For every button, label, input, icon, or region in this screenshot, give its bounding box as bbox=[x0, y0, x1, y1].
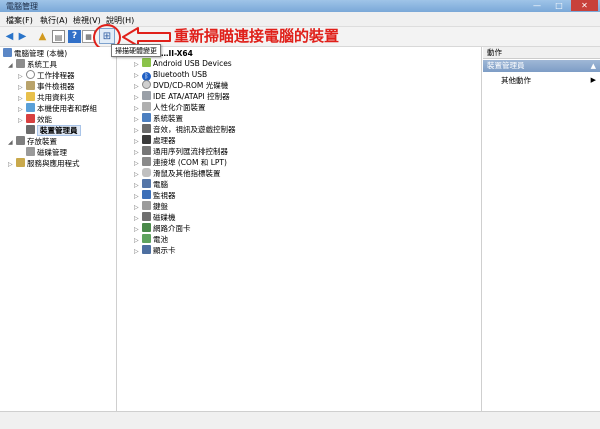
folder-up-icon[interactable]: ▲ bbox=[36, 30, 49, 43]
actions-group-device-manager[interactable]: 裝置管理員 ▲ bbox=[483, 60, 600, 72]
device-category-ide[interactable]: ▷ IDE ATA/ATAPI 控制器 bbox=[134, 91, 230, 102]
device-category-processor[interactable]: ▷ 處理器 bbox=[134, 135, 176, 146]
tree-item-services-apps[interactable]: ▷ 服務與應用程式 bbox=[8, 158, 80, 169]
device-category-network[interactable]: ▷ 網路介面卡 bbox=[134, 223, 191, 234]
device-category-ports[interactable]: ▷ 連接埠 (COM 和 LPT) bbox=[134, 157, 227, 168]
close-button[interactable]: ✕ bbox=[571, 0, 598, 11]
keyboard-icon bbox=[142, 201, 151, 210]
device-category-usb[interactable]: ▷ 通用序列匯流排控制器 bbox=[134, 146, 228, 157]
processor-icon bbox=[142, 135, 151, 144]
menu-view[interactable]: 檢視(V) bbox=[73, 15, 101, 26]
device-category-android[interactable]: ▷ Android USB Devices bbox=[134, 58, 232, 69]
system-device-icon bbox=[142, 113, 151, 122]
window-title: 電腦管理 bbox=[6, 2, 38, 11]
users-icon bbox=[26, 103, 35, 112]
collapse-up-icon[interactable]: ▲ bbox=[591, 60, 596, 72]
usb-icon bbox=[142, 146, 151, 155]
actions-pane: 動作 裝置管理員 ▲ 其他動作 ▶ bbox=[483, 47, 600, 411]
tree-item-disk-management[interactable]: 磁碟管理 bbox=[26, 147, 67, 158]
device-manager-icon bbox=[26, 125, 35, 134]
computer-device-icon bbox=[142, 179, 151, 188]
expander-icon[interactable]: ▷ bbox=[8, 159, 16, 170]
device-category-hid[interactable]: ▷ 人性化介面裝置 bbox=[134, 102, 206, 113]
clock-icon bbox=[26, 70, 35, 79]
action-more-actions[interactable]: 其他動作 ▶ bbox=[501, 75, 596, 86]
device-category-computer[interactable]: ▷ 電腦 bbox=[134, 179, 168, 190]
mouse-icon bbox=[142, 168, 151, 177]
tree-item-event-viewer[interactable]: ▷ 事件檢視器 bbox=[18, 81, 75, 92]
device-category-battery[interactable]: ▷ 電池 bbox=[134, 234, 168, 245]
network-adapter-icon bbox=[142, 223, 151, 232]
disk-drive-icon bbox=[142, 212, 151, 221]
device-category-bluetooth[interactable]: ▷ ᛒ Bluetooth USB bbox=[134, 69, 207, 81]
navigation-tree: 電腦管理 (本機) ◢ 系統工具 ▷ 工作排程器 ▷ 事件檢視器 ▷ 共用資料夾 ▷ 本機… bbox=[0, 47, 117, 411]
maximize-button[interactable]: □ bbox=[548, 0, 570, 11]
display-adapter-icon bbox=[142, 245, 151, 254]
properties-icon[interactable]: ▤ bbox=[52, 30, 65, 43]
ide-controller-icon bbox=[142, 91, 151, 100]
device-category-audio[interactable]: ▷ 音效，視訊及遊戲控制器 bbox=[134, 124, 236, 135]
tree-item-computer-management[interactable]: 電腦管理 (本機) bbox=[3, 48, 67, 59]
battery-icon bbox=[142, 234, 151, 243]
disk-management-icon bbox=[26, 147, 35, 156]
help-icon[interactable]: ? bbox=[68, 30, 81, 43]
tree-item-local-users[interactable]: ▷ 本機使用者和群組 bbox=[18, 103, 97, 114]
storage-icon bbox=[16, 136, 25, 145]
device-tree: …II-X64 ▷ Android USB Devices ▷ ᛒ Bluetooth… bbox=[118, 47, 482, 411]
status-bar bbox=[0, 411, 600, 429]
back-arrow-icon[interactable]: ◀ bbox=[3, 30, 16, 43]
forward-arrow-icon[interactable]: ▶ bbox=[16, 30, 29, 43]
device-category-dvd[interactable]: ▷ DVD/CD-ROM 光碟機 bbox=[134, 80, 228, 91]
expander-icon[interactable]: ▷ bbox=[18, 115, 26, 126]
title-bar: 電腦管理 — □ ✕ bbox=[0, 0, 600, 12]
dvd-icon bbox=[142, 80, 151, 89]
actions-header: 動作 bbox=[483, 47, 600, 59]
tree-item-performance[interactable]: ▷ 效能 bbox=[18, 114, 52, 125]
device-category-keyboard[interactable]: ▷ 鍵盤 bbox=[134, 201, 168, 212]
tree-item-storage[interactable]: ◢ 存放裝置 bbox=[8, 136, 57, 147]
services-icon bbox=[16, 158, 25, 167]
device-category-disk-drive[interactable]: ▷ 磁碟機 bbox=[134, 212, 176, 223]
minimize-button[interactable]: — bbox=[526, 0, 548, 11]
menu-file[interactable]: 檔案(F) bbox=[6, 15, 33, 26]
submenu-arrow-icon: ▶ bbox=[590, 76, 596, 84]
computer-icon bbox=[3, 48, 12, 57]
tools-icon bbox=[16, 59, 25, 68]
android-icon bbox=[142, 58, 151, 67]
port-icon bbox=[142, 157, 151, 166]
annotation-text: 重新掃瞄連接電腦的裝置 bbox=[174, 27, 340, 45]
tree-item-system-tools[interactable]: ◢ 系統工具 bbox=[8, 59, 57, 70]
device-category-mouse[interactable]: ▷ 滑鼠及其他指標裝置 bbox=[134, 168, 221, 179]
tree-item-device-manager[interactable]: 裝置管理員 bbox=[26, 125, 81, 136]
audio-icon bbox=[142, 124, 151, 133]
performance-icon bbox=[26, 114, 35, 123]
device-category-display[interactable]: ▷ 顯示卡 bbox=[134, 245, 176, 256]
hid-icon bbox=[142, 102, 151, 111]
device-category-system[interactable]: ▷ 系統裝置 bbox=[134, 113, 183, 124]
tree-item-shared-folders[interactable]: ▷ 共用資料夾 bbox=[18, 92, 75, 103]
expander-icon[interactable]: ◢ bbox=[8, 60, 16, 71]
device-category-monitor[interactable]: ▷ 監視器 bbox=[134, 190, 176, 201]
menu-action[interactable]: 執行(A) bbox=[40, 15, 68, 26]
scan-tooltip: 掃描硬體變更 bbox=[111, 44, 161, 57]
event-viewer-icon bbox=[26, 81, 35, 90]
expander-icon[interactable]: ◢ bbox=[8, 137, 16, 148]
monitor-icon bbox=[142, 190, 151, 199]
tree-item-task-scheduler[interactable]: ▷ 工作排程器 bbox=[18, 70, 75, 81]
shared-folder-icon bbox=[26, 92, 35, 101]
